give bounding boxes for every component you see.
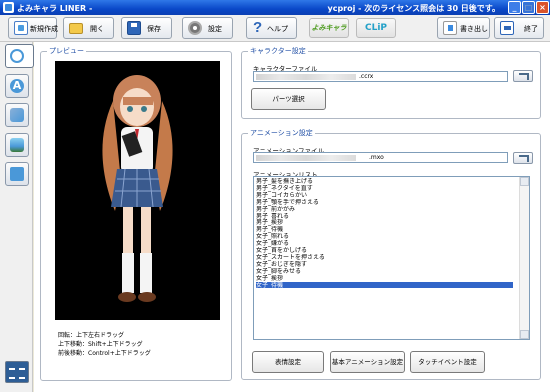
hint-rotate: 回転：上下左右ドラッグ [58, 332, 125, 339]
mode-sidebar: A [0, 42, 34, 392]
clip-logo-button[interactable]: CLiP [356, 18, 396, 38]
character-file-path [256, 74, 356, 80]
animation-file-browse-button[interactable] [513, 152, 533, 164]
list-item[interactable]: 女子_脚をみせる [256, 268, 513, 275]
export-button[interactable]: 書き出し [437, 17, 490, 39]
list-item[interactable]: 女子_おじぎを隠す [256, 261, 513, 268]
settings-button[interactable]: 設定 [182, 17, 233, 39]
help-button-label: ヘルプ [267, 25, 288, 33]
scroll-down-arrow-icon[interactable] [520, 330, 529, 339]
title-bar: よみキャラ LINER - ycproj - 次のライセンス照会は 30 日後で… [0, 0, 550, 15]
character-file-browse-button[interactable] [513, 70, 533, 82]
open-button[interactable]: 開く [63, 17, 114, 39]
list-item[interactable]: 女子_照れる [256, 233, 513, 240]
text-icon: A [10, 79, 24, 93]
window-title: よみキャラ LINER - [17, 4, 93, 13]
toolbar: 新規作成 開く 保存 設定 ? ヘルプ よみキャラ CLiP 書き出し 終了 [0, 15, 550, 42]
list-item[interactable]: 男子_待機 [256, 226, 513, 233]
hint-move-vertical: 上下移動：Shift+上下ドラッグ [58, 341, 143, 348]
character-icon [10, 49, 24, 63]
open-button-label: 開く [90, 25, 104, 33]
help-button[interactable]: ? ヘルプ [246, 17, 297, 39]
new-document-icon [14, 21, 28, 35]
hint-move-depth: 前後移動：Control+上下ドラッグ [58, 350, 151, 357]
save-button[interactable]: 保存 [121, 17, 172, 39]
floppy-disk-icon [127, 21, 141, 35]
animation-file-path [256, 155, 356, 161]
list-item[interactable]: 男子_コイカらかい [256, 192, 513, 199]
animation-list-scrollbar[interactable] [519, 177, 529, 339]
exit-button-label: 終了 [524, 25, 538, 33]
new-button-label: 新規作成 [30, 25, 58, 33]
list-item[interactable]: 女子_挨拶 [256, 275, 513, 282]
preview-viewport[interactable] [55, 61, 220, 320]
animation-list[interactable]: 男子_髪を撫き上げる 男子_ネクタイを直す 男子_コイカらかい 男子_顎を手で押さえる… [253, 176, 530, 340]
list-item[interactable]: 男子_前かがみ [256, 206, 513, 213]
list-item[interactable]: 女子_待機 [256, 281, 513, 289]
character-settings-title: キャラクター設定 [248, 47, 308, 56]
close-button[interactable]: × [536, 1, 549, 14]
basic-animation-settings-button[interactable]: 基本アニメーション設定 [330, 351, 405, 373]
parts-select-button[interactable]: パーツ選択 [251, 88, 326, 110]
export-icon [443, 21, 457, 35]
list-item[interactable]: 女子_嫌がる [256, 240, 513, 247]
voice-icon [10, 108, 24, 122]
sidebar-item-character[interactable] [5, 44, 34, 68]
list-item[interactable]: 男子_喜れる [256, 213, 513, 220]
question-mark-icon: ? [253, 19, 263, 36]
list-item[interactable]: 男子_挨拶 [256, 219, 513, 226]
sidebar-item-voice[interactable] [5, 103, 29, 127]
maximize-button[interactable]: □ [522, 1, 535, 14]
folder-icon [69, 23, 83, 34]
camera-icon [10, 167, 24, 181]
character-preview [102, 75, 173, 302]
minimize-button[interactable]: _ [508, 1, 521, 14]
animation-settings-title: アニメーション設定 [248, 129, 315, 138]
list-item[interactable]: 女子_首をかしげる [256, 247, 513, 254]
exit-icon [500, 21, 514, 35]
list-item[interactable]: 女子_スカートを押さえる [256, 254, 513, 261]
list-item[interactable]: 男子_顎を手で押さえる [256, 199, 513, 206]
scroll-up-arrow-icon[interactable] [520, 177, 529, 186]
exit-button[interactable]: 終了 [494, 17, 544, 39]
sidebar-item-background[interactable] [5, 133, 29, 157]
app-icon [3, 2, 14, 13]
yomichara-logo-button[interactable]: よみキャラ [309, 18, 349, 38]
character-file-ext: .ccrx [359, 73, 374, 80]
preview-title: プレビュー [47, 47, 86, 56]
settings-button-label: 設定 [208, 25, 222, 33]
gear-icon [188, 21, 202, 35]
export-button-label: 書き出し [460, 25, 488, 33]
list-item[interactable]: 男子_ネクタイを直す [256, 185, 513, 192]
character-file-field[interactable]: .ccrx [253, 71, 508, 82]
expression-settings-button[interactable]: 表情設定 [252, 351, 324, 373]
touch-event-settings-button[interactable]: タッチイベント設定 [410, 351, 485, 373]
list-item[interactable]: 男子_髪を撫き上げる [256, 178, 513, 185]
new-button[interactable]: 新規作成 [8, 17, 58, 39]
animation-file-field[interactable]: .mxo [253, 152, 508, 163]
save-button-label: 保存 [147, 25, 161, 33]
sidebar-item-camera[interactable] [5, 162, 29, 186]
sidebar-item-text[interactable]: A [5, 74, 29, 98]
window-title-status: ycproj - 次のライセンス照会は 30 日後です。 [327, 4, 501, 13]
background-icon [10, 138, 24, 152]
timeline-icon[interactable] [5, 361, 29, 383]
animation-file-ext: .mxo [369, 154, 384, 161]
